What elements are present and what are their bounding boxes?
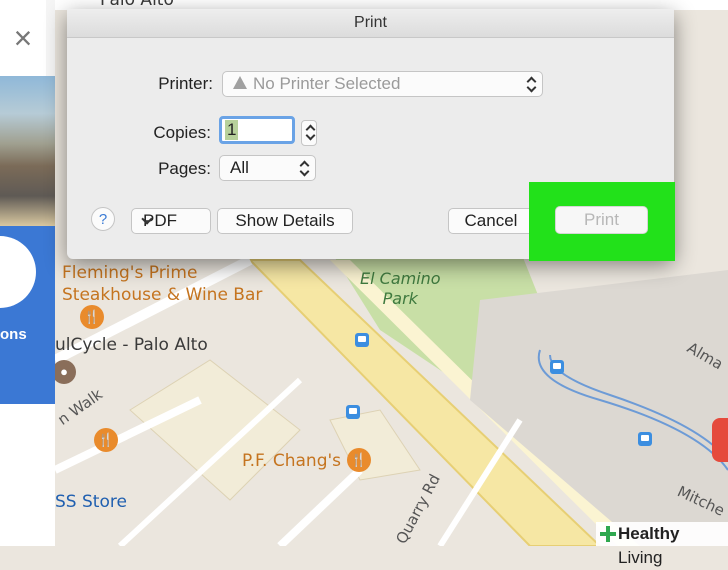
show-details-button[interactable]: Show Details — [217, 208, 353, 234]
poi-label-soulcycle[interactable]: ulCycle - Palo Alto — [55, 335, 208, 355]
left-panel: × ons — [0, 0, 55, 546]
poi-label-pf-changs[interactable]: P.F. Chang's — [242, 450, 341, 472]
bus-stop-icon[interactable] — [550, 360, 564, 374]
watermark-text: Healthy Living — [618, 522, 728, 570]
cancel-button[interactable]: Cancel — [448, 208, 534, 234]
copies-stepper[interactable] — [301, 120, 317, 146]
bus-stop-icon[interactable] — [346, 405, 360, 419]
pdf-menu-button[interactable]: PDF — [131, 208, 211, 234]
pages-select-value: All — [230, 158, 249, 177]
park-label[interactable]: El Camino Park — [360, 269, 441, 309]
watermark-brand-light: Living — [618, 548, 663, 567]
poi-label-flemings-line1: Fleming's Prime — [62, 263, 198, 283]
bus-stop-icon[interactable] — [638, 432, 652, 446]
watermark-brand-bold: Healthy — [618, 524, 680, 543]
printer-select[interactable]: No Printer Selected — [222, 71, 543, 97]
copies-label: Copies: — [153, 123, 211, 142]
printer-label: Printer: — [158, 74, 213, 93]
stepper-arrows-icon — [305, 124, 315, 140]
warning-icon — [233, 76, 247, 89]
print-button[interactable]: Print — [555, 206, 648, 234]
dialog-titlebar[interactable]: Print — [67, 9, 674, 38]
park-label-line2: Park — [382, 289, 418, 308]
map-pin-icon[interactable] — [712, 418, 728, 462]
pages-label: Pages: — [158, 159, 211, 178]
copies-input[interactable]: 1 — [219, 116, 295, 144]
chevron-updown-icon — [526, 76, 536, 92]
chevron-updown-icon — [299, 160, 309, 176]
restaurant-icon[interactable]: 🍴 — [347, 448, 371, 472]
place-photo[interactable] — [0, 76, 55, 226]
directions-label[interactable]: ons — [0, 326, 40, 343]
gym-icon[interactable]: ● — [52, 360, 76, 384]
bus-stop-icon[interactable] — [355, 333, 369, 347]
poi-label-flemings[interactable]: Fleming's Prime Steakhouse & Wine Bar — [62, 262, 262, 306]
poi-label-store[interactable]: SS Store — [55, 492, 127, 512]
restaurant-icon[interactable]: 🍴 — [94, 428, 118, 452]
close-icon[interactable]: × — [0, 0, 46, 76]
printer-select-value: No Printer Selected — [253, 74, 401, 93]
park-label-line1: El Camino — [360, 269, 441, 288]
dialog-title: Print — [354, 14, 387, 31]
help-button[interactable]: ? — [91, 207, 115, 231]
copies-input-value: 1 — [225, 120, 239, 140]
restaurant-icon[interactable]: 🍴 — [80, 305, 104, 329]
pages-select[interactable]: All — [219, 155, 316, 181]
left-panel-lower — [0, 404, 55, 546]
watermark: Healthy Living — [596, 522, 728, 567]
poi-label-flemings-line2: Steakhouse & Wine Bar — [62, 285, 263, 305]
health-cross-icon — [600, 526, 616, 542]
